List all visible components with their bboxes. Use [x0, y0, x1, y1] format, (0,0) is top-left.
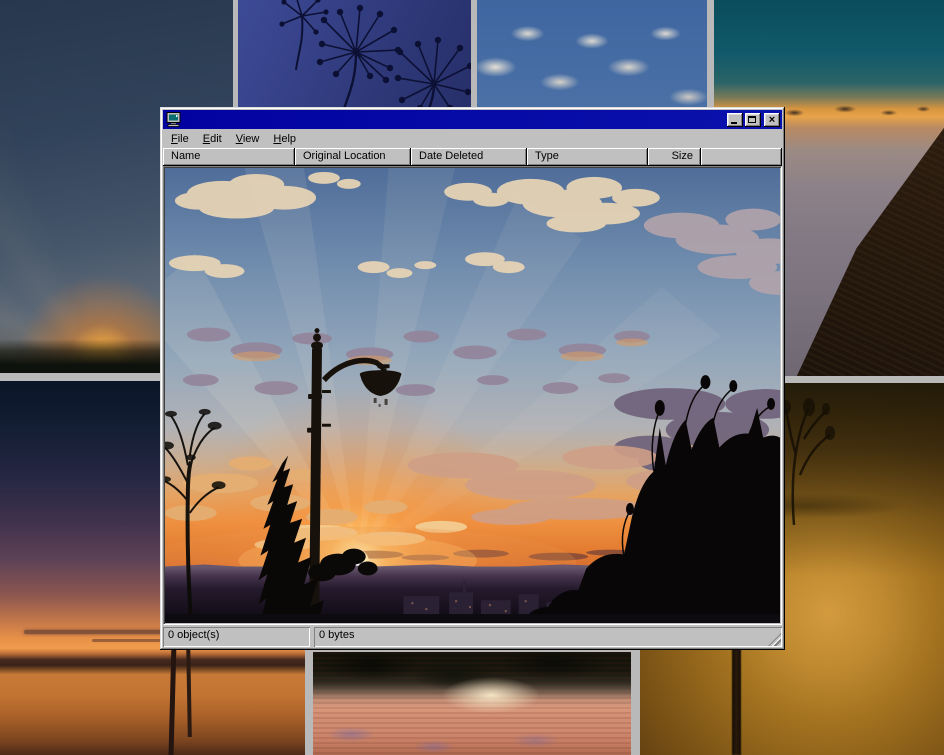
tree-branch-silhouette — [778, 385, 838, 525]
minimize-button[interactable] — [727, 113, 743, 127]
close-button[interactable]: × — [764, 113, 780, 127]
menu-edit[interactable]: Edit — [197, 131, 228, 147]
water-pole — [732, 649, 741, 755]
foreground-dark-strip — [165, 614, 780, 623]
menu-bar: File Edit View Help — [163, 129, 782, 148]
menu-file[interactable]: File — [165, 131, 195, 147]
water-pole — [169, 643, 177, 755]
titlebar[interactable]: × — [163, 110, 782, 129]
status-bar: 0 object(s) 0 bytes — [163, 625, 782, 647]
sunset-photo-graphic — [165, 168, 780, 623]
maximize-icon — [748, 116, 756, 123]
wallpaper-tile-reflections — [313, 652, 631, 755]
sunset-photo — [165, 168, 780, 623]
list-view-area[interactable] — [163, 166, 782, 625]
water-pole — [186, 643, 192, 737]
recycle-bin-window: × File Edit View Help Name Original Loca… — [160, 107, 785, 650]
column-header-name[interactable]: Name — [163, 148, 295, 166]
maximize-button[interactable] — [745, 113, 761, 127]
menu-view[interactable]: View — [230, 131, 266, 147]
caption-buttons: × — [725, 113, 780, 127]
column-header-type[interactable]: Type — [527, 148, 648, 166]
column-header-size[interactable]: Size — [648, 148, 701, 166]
status-objects: 0 object(s) — [163, 627, 310, 647]
column-header-filler[interactable] — [701, 148, 782, 166]
column-header-date-deleted[interactable]: Date Deleted — [411, 148, 527, 166]
desktop: × File Edit View Help Name Original Loca… — [0, 0, 944, 755]
system-icon[interactable] — [166, 112, 182, 127]
close-icon: × — [769, 115, 775, 125]
list-column-headers: Name Original Location Date Deleted Type… — [163, 148, 782, 166]
minimize-icon — [731, 122, 737, 124]
column-header-original-location[interactable]: Original Location — [295, 148, 411, 166]
menu-help[interactable]: Help — [267, 131, 302, 147]
status-bytes: 0 bytes — [314, 627, 782, 647]
